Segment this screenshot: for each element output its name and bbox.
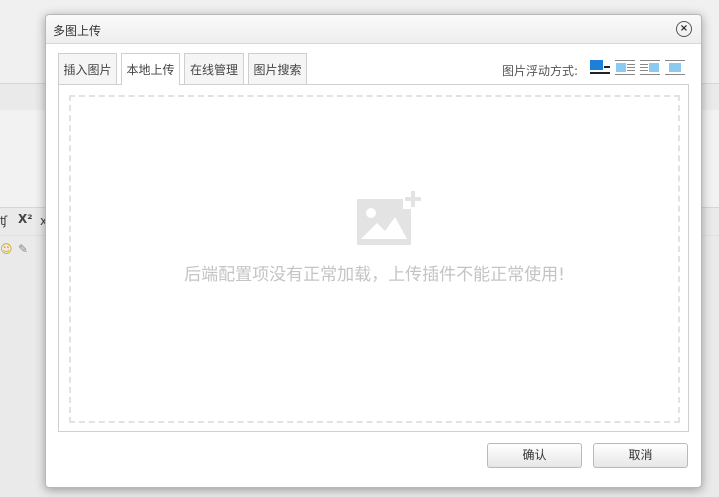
close-icon[interactable]: × [676,21,692,37]
float-none-icon[interactable] [590,59,610,77]
emoticon-icon: ☺ [0,242,13,256]
upload-dropzone[interactable]: 后端配置项没有正常加载，上传插件不能正常使用! [69,95,680,423]
dialog-title: 多图上传 [53,24,102,38]
dialog-titlebar[interactable]: 多图上传 × [46,15,701,44]
superscript-icon: X² [18,212,33,226]
upload-panel: 后端配置项没有正常加载，上传插件不能正常使用! [58,84,689,432]
strikethrough-icon: ʧ [0,214,8,228]
confirm-button[interactable]: 确认 [487,443,582,468]
add-image-icon[interactable] [357,189,423,245]
error-message: 后端配置项没有正常加载，上传插件不能正常使用! [184,265,565,285]
float-center-icon[interactable] [665,59,685,77]
float-right-icon[interactable] [640,59,660,77]
cancel-button[interactable]: 取消 [593,443,688,468]
tab-online-manage[interactable]: 在线管理 [184,53,244,84]
float-left-icon[interactable] [615,59,635,77]
tab-image-search[interactable]: 图片搜索 [248,53,307,84]
float-mode-label: 图片浮动方式: [502,64,579,78]
map-icon: ✎ [18,242,29,256]
tab-local-upload[interactable]: 本地上传 [121,53,180,85]
multi-image-upload-dialog: 多图上传 × 插入图片 本地上传 在线管理 图片搜索 图片浮动方式: 后端配置项… [45,14,702,488]
tab-insert-image[interactable]: 插入图片 [58,53,117,84]
